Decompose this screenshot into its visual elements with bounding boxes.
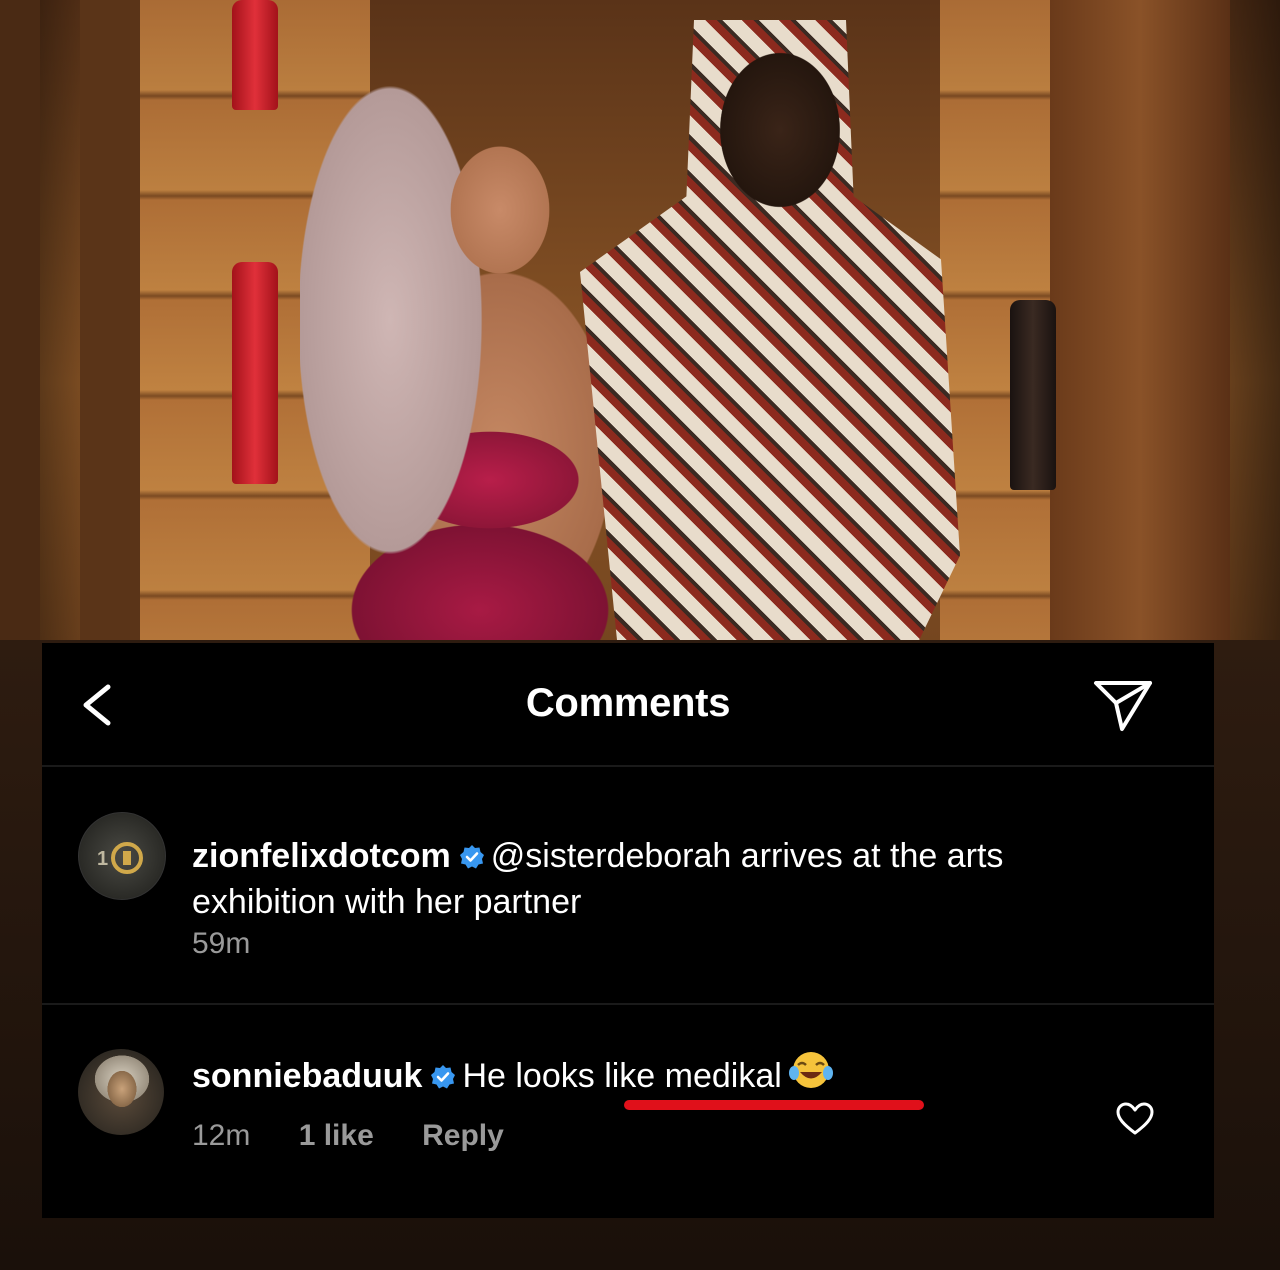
send-icon[interactable] xyxy=(1092,677,1154,733)
comment-item: sonniebaduuk He looks like medikal 12m 1 … xyxy=(42,1005,1214,1215)
avatar[interactable] xyxy=(78,1049,164,1135)
comment-text: zionfelixdotcom @sisterdeborah arrives at… xyxy=(192,833,1192,925)
heart-icon[interactable] xyxy=(1115,1101,1155,1137)
bottle xyxy=(1010,300,1056,490)
comment-meta: 59m xyxy=(192,927,290,961)
header: Comments xyxy=(42,643,1214,765)
bottle xyxy=(232,0,278,110)
comment-time: 12m xyxy=(192,1119,251,1152)
verified-badge-icon xyxy=(431,1065,456,1089)
reply-button[interactable]: Reply xyxy=(422,1119,504,1152)
page-title: Comments xyxy=(525,681,731,725)
face-with-tears-of-joy-icon xyxy=(788,1052,833,1088)
comment-item: 1 zionfelixdotcom @sisterdeborah arrives … xyxy=(42,767,1214,1003)
likes-count-link[interactable]: 1 like xyxy=(299,1119,374,1152)
comment-text: sonniebaduuk He looks like medikal xyxy=(192,1049,1092,1099)
comment-body-line1: @sisterdeborah arrives at the arts xyxy=(490,837,1004,875)
avatar[interactable]: 1 xyxy=(78,812,166,900)
avatar-logo-icon: 1 xyxy=(97,842,143,874)
comment-username[interactable]: zionfelixdotcom xyxy=(192,837,451,875)
verified-badge-icon xyxy=(459,845,484,869)
svg-text:1: 1 xyxy=(97,848,108,870)
comment-body: He looks like medikal xyxy=(462,1057,782,1095)
comments-panel: Comments 1 zionfelixdotcom @sisterdeborah… xyxy=(42,643,1214,1218)
bottle xyxy=(232,262,278,484)
red-highlight-underline xyxy=(624,1100,924,1110)
comment-username[interactable]: sonniebaduuk xyxy=(192,1057,422,1095)
comment-body-line2: exhibition with her partner xyxy=(192,883,582,921)
comment-meta: 12m 1 like Reply xyxy=(192,1119,544,1153)
comment-time: 59m xyxy=(192,927,251,960)
